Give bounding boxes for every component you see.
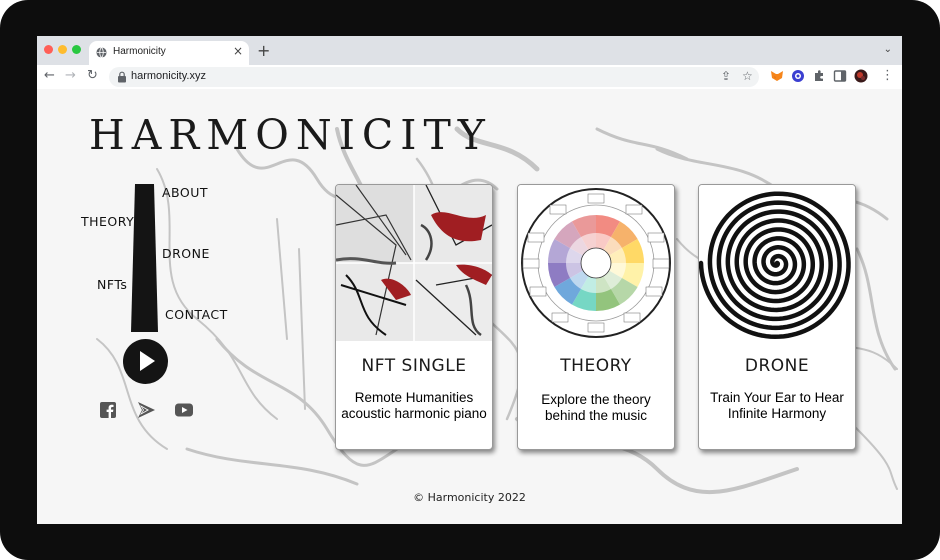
new-tab-button[interactable]: +: [257, 41, 270, 60]
extension-badge-icon[interactable]: [791, 69, 805, 83]
browser-tab[interactable]: Harmonicity ×: [89, 41, 249, 65]
close-tab-button[interactable]: ×: [233, 44, 243, 58]
card-title: NFT SINGLE: [361, 356, 467, 376]
card-desc-line: Infinite Harmony: [727, 406, 827, 421]
bookmark-star-icon[interactable]: ☆: [742, 69, 753, 83]
wedge-graphic: [131, 184, 158, 332]
back-button[interactable]: ←: [44, 68, 55, 83]
card-title: THEORY: [560, 356, 632, 376]
site-logo[interactable]: HARMONICITY: [89, 111, 492, 159]
side-panel-icon[interactable]: [833, 69, 847, 83]
nav-theory-link[interactable]: THEORY: [81, 214, 134, 229]
puzzle-extensions-icon[interactable]: [812, 69, 826, 83]
tab-title: Harmonicity: [113, 46, 166, 57]
profile-avatar[interactable]: [854, 69, 868, 83]
send-icon[interactable]: [138, 402, 155, 418]
lock-icon: [118, 71, 126, 83]
card-drone[interactable]: DRONE Train Your Ear to Hear Infinite Ha…: [698, 184, 856, 450]
play-icon: [140, 351, 155, 371]
nav-contact-link[interactable]: CONTACT: [165, 307, 228, 322]
play-button[interactable]: [123, 339, 168, 384]
site-footer: © Harmonicity 2022: [413, 491, 526, 504]
nav-nfts-link[interactable]: NFTs: [97, 277, 127, 292]
close-window-button[interactable]: [44, 45, 53, 54]
card-description: Train Your Ear to Hear Infinite Harmony: [699, 390, 855, 422]
card-desc-line: Explore the theory: [541, 392, 651, 407]
nft-artwork-image: [336, 185, 492, 341]
zoom-window-button[interactable]: [72, 45, 81, 54]
facebook-icon[interactable]: [100, 402, 116, 418]
card-title: DRONE: [744, 356, 810, 376]
url-text: harmonicity.xyz: [131, 70, 206, 82]
minimize-window-button[interactable]: [58, 45, 67, 54]
card-desc-line: Remote Humanities: [354, 390, 474, 405]
youtube-icon[interactable]: [175, 402, 193, 418]
card-desc-line: acoustic harmonic piano: [341, 406, 487, 421]
card-desc-line: behind the music: [544, 408, 648, 423]
device-frame: Harmonicity × + ⌄ ← → ↻ harmonicity.xyz …: [0, 0, 940, 560]
metamask-extension-icon[interactable]: [770, 69, 784, 83]
share-icon[interactable]: ⇪: [721, 69, 731, 83]
card-desc-line: Train Your Ear to Hear: [710, 390, 844, 405]
browser-toolbar: ← → ↻ harmonicity.xyz ⇪ ☆ ⋮: [37, 65, 902, 90]
circle-of-fifths-image: [518, 185, 674, 341]
card-description: Explore the theory behind the music: [518, 392, 674, 424]
address-bar[interactable]: harmonicity.xyz ⇪ ☆: [109, 67, 759, 87]
globe-icon: [96, 47, 107, 58]
web-page: HARMONICITY ABOUT THEORY DRONE NFTs CONT…: [37, 89, 902, 524]
browser-window: Harmonicity × + ⌄ ← → ↻ harmonicity.xyz …: [37, 36, 902, 524]
nav-drone-link[interactable]: DRONE: [162, 246, 210, 261]
more-menu-icon[interactable]: ⋮: [881, 68, 894, 83]
tab-search-button[interactable]: ⌄: [884, 44, 892, 55]
tab-bar: Harmonicity × + ⌄: [37, 36, 902, 65]
card-description: Remote Humanities acoustic harmonic pian…: [336, 390, 492, 422]
forward-button[interactable]: →: [65, 68, 76, 83]
spiral-image: [699, 185, 855, 341]
card-theory[interactable]: THEORY Explore the theory behind the mus…: [517, 184, 675, 450]
reload-button[interactable]: ↻: [87, 68, 98, 83]
nav-about-link[interactable]: ABOUT: [162, 185, 208, 200]
card-nft-single[interactable]: NFT SINGLE Remote Humanities acoustic ha…: [335, 184, 493, 450]
